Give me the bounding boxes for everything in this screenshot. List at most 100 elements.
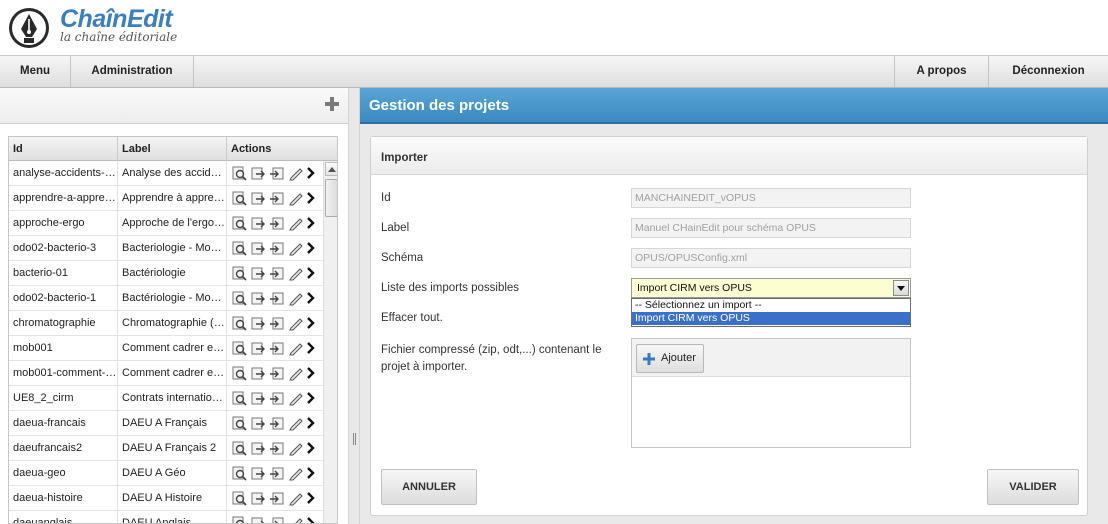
export-icon[interactable] xyxy=(250,215,266,231)
more-arrow-icon[interactable] xyxy=(307,315,315,331)
view-icon[interactable] xyxy=(231,240,247,256)
table-row[interactable]: daeufrancais2 DAEU A Français 2 xyxy=(9,436,323,461)
more-arrow-icon[interactable] xyxy=(307,190,315,206)
edit-pencil-icon[interactable] xyxy=(288,490,304,506)
cell-id[interactable]: odo02-bacterio-3 xyxy=(9,236,118,261)
imports-option[interactable]: -- Sélectionnez un import -- xyxy=(632,299,910,312)
file-upload-box[interactable]: Ajouter xyxy=(631,338,911,448)
more-arrow-icon[interactable] xyxy=(307,240,315,256)
chevron-down-icon[interactable] xyxy=(893,280,909,296)
edit-pencil-icon[interactable] xyxy=(288,265,304,281)
edit-pencil-icon[interactable] xyxy=(288,215,304,231)
edit-pencil-icon[interactable] xyxy=(288,415,304,431)
export-icon[interactable] xyxy=(250,290,266,306)
plus-icon[interactable] xyxy=(324,96,340,112)
cell-label[interactable]: Chromatographie (cours) xyxy=(118,311,227,336)
import-icon[interactable] xyxy=(269,465,285,481)
import-icon[interactable] xyxy=(269,440,285,456)
cell-id[interactable]: UE8_2_cirm xyxy=(9,386,118,411)
more-arrow-icon[interactable] xyxy=(307,290,315,306)
import-icon[interactable] xyxy=(269,240,285,256)
more-arrow-icon[interactable] xyxy=(307,465,315,481)
table-row[interactable]: analyse-accidents-du-travailAnalyse des … xyxy=(9,161,323,186)
cell-id[interactable]: chromatographie xyxy=(9,311,118,336)
cell-id[interactable]: daeua-histoire xyxy=(9,486,118,511)
edit-pencil-icon[interactable] xyxy=(288,515,304,524)
view-icon[interactable] xyxy=(231,215,247,231)
cell-id[interactable]: apprendre-a-apprendre xyxy=(9,186,118,211)
cell-id[interactable]: daeufrancais2 xyxy=(9,436,118,461)
more-arrow-icon[interactable] xyxy=(307,440,315,456)
view-icon[interactable] xyxy=(231,340,247,356)
export-icon[interactable] xyxy=(250,190,266,206)
view-icon[interactable] xyxy=(231,265,247,281)
view-icon[interactable] xyxy=(231,490,247,506)
view-icon[interactable] xyxy=(231,440,247,456)
cell-id[interactable]: daeua-geo xyxy=(9,461,118,486)
scroll-thumb[interactable] xyxy=(325,179,337,217)
logout-menu[interactable]: Déconnexion xyxy=(989,56,1108,87)
export-icon[interactable] xyxy=(250,240,266,256)
edit-pencil-icon[interactable] xyxy=(288,440,304,456)
import-icon[interactable] xyxy=(269,365,285,381)
imports-select[interactable]: Import CIRM vers OPUS xyxy=(631,278,911,298)
cell-label[interactable]: DAEU A Français xyxy=(118,411,227,436)
view-icon[interactable] xyxy=(231,165,247,181)
label-field[interactable]: Manuel CHainEdit pour schéma OPUS xyxy=(631,218,911,238)
cell-id[interactable]: mob001-comment-cadrer xyxy=(9,361,118,386)
table-row[interactable]: UE8_2_cirm Contrats internationaux xyxy=(9,386,323,411)
cell-id[interactable]: analyse-accidents-du-travail xyxy=(9,161,118,186)
table-row[interactable]: odo02-bacterio-1Bactériologie - Module 1 xyxy=(9,286,323,311)
cell-id[interactable]: daeua-francais xyxy=(9,411,118,436)
table-row[interactable]: mob001Comment cadrer et animer xyxy=(9,336,323,361)
id-field[interactable]: MANCHAINEDIT_vOPUS xyxy=(631,188,911,208)
view-icon[interactable] xyxy=(231,390,247,406)
edit-pencil-icon[interactable] xyxy=(288,240,304,256)
edit-pencil-icon[interactable] xyxy=(288,165,304,181)
import-icon[interactable] xyxy=(269,515,285,524)
pane-splitter[interactable] xyxy=(348,88,360,524)
table-row[interactable]: approche-ergoApproche de l'ergonomie xyxy=(9,211,323,236)
cancel-button[interactable]: ANNULER xyxy=(381,469,477,505)
more-arrow-icon[interactable] xyxy=(307,390,315,406)
more-arrow-icon[interactable] xyxy=(307,365,315,381)
cell-label[interactable]: Apprendre à apprendre xyxy=(118,186,227,211)
export-icon[interactable] xyxy=(250,440,266,456)
cell-label[interactable]: DAEU Anglais xyxy=(118,511,227,523)
import-icon[interactable] xyxy=(269,265,285,281)
import-icon[interactable] xyxy=(269,340,285,356)
cell-label[interactable]: DAEU A Géo xyxy=(118,461,227,486)
column-header-label[interactable]: Label xyxy=(118,137,227,161)
export-icon[interactable] xyxy=(250,265,266,281)
view-icon[interactable] xyxy=(231,190,247,206)
export-icon[interactable] xyxy=(250,490,266,506)
more-arrow-icon[interactable] xyxy=(307,515,315,524)
view-icon[interactable] xyxy=(231,290,247,306)
table-row[interactable]: apprendre-a-apprendre Apprendre à apprend… xyxy=(9,186,323,211)
import-icon[interactable] xyxy=(269,415,285,431)
more-arrow-icon[interactable] xyxy=(307,340,315,356)
import-icon[interactable] xyxy=(269,190,285,206)
administration-menu[interactable]: Administration xyxy=(71,56,194,87)
more-arrow-icon[interactable] xyxy=(307,265,315,281)
schema-field[interactable]: OPUS/OPUSConfig.xml xyxy=(631,248,911,268)
cell-label[interactable]: Bactériologie - Module 1 xyxy=(118,286,227,311)
edit-pencil-icon[interactable] xyxy=(288,390,304,406)
import-icon[interactable] xyxy=(269,165,285,181)
import-icon[interactable] xyxy=(269,315,285,331)
import-icon[interactable] xyxy=(269,290,285,306)
view-icon[interactable] xyxy=(231,515,247,524)
edit-pencil-icon[interactable] xyxy=(288,340,304,356)
edit-pencil-icon[interactable] xyxy=(288,190,304,206)
column-header-id[interactable]: Id xyxy=(9,137,118,161)
import-icon[interactable] xyxy=(269,490,285,506)
import-icon[interactable] xyxy=(269,215,285,231)
edit-pencil-icon[interactable] xyxy=(288,315,304,331)
cell-label[interactable]: Comment cadrer et animer xyxy=(118,336,227,361)
table-row[interactable]: daeua-histoire DAEU A Histoire xyxy=(9,486,323,511)
cell-label[interactable]: DAEU A Français 2 xyxy=(118,436,227,461)
cell-label[interactable]: Bactériologie xyxy=(118,261,227,286)
submit-button[interactable]: VALIDER xyxy=(987,469,1079,505)
table-row[interactable]: daeua-geo DAEU A Géo xyxy=(9,461,323,486)
export-icon[interactable] xyxy=(250,415,266,431)
